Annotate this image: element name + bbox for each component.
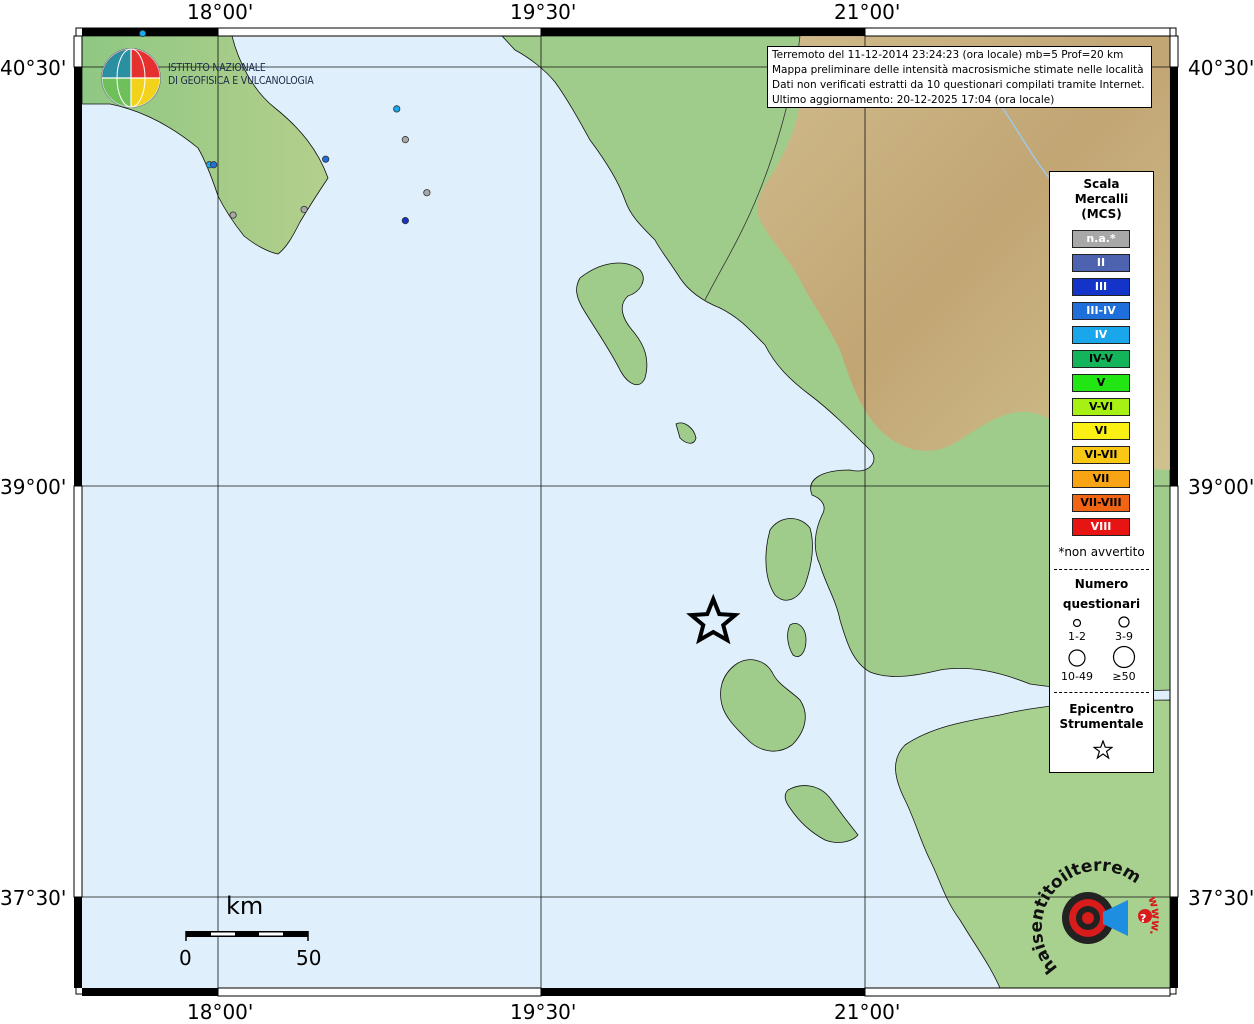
mcs-swatch: VIII	[1072, 518, 1130, 536]
hsit-logo-text: haisentitoilterremoto.it www. ?	[1030, 860, 1160, 978]
lat-label-left-3: 37°30'	[0, 886, 67, 910]
observation-point[interactable]	[423, 189, 431, 197]
mcs-swatch: V	[1072, 374, 1130, 392]
size-label-1: 1-2	[1068, 630, 1086, 643]
legend-star-icon	[1093, 740, 1113, 760]
observation-point[interactable]	[229, 211, 237, 219]
epicenter-title: Epicentro Strumentale	[1050, 702, 1153, 732]
event-title: Terremoto del 11-12-2014 23:24:23 (ora l…	[772, 49, 1124, 61]
mcs-swatch: V-VI	[1072, 398, 1130, 416]
legend-title-1: Scala	[1083, 177, 1120, 191]
data-note: Dati non verificati estratti da 10 quest…	[772, 79, 1145, 91]
ingv-line-2: DI GEOFISICA E VULCANOLOGIA	[168, 75, 314, 87]
lat-label-left-1: 40°30'	[0, 56, 67, 80]
lat-label-right-2: 39°00'	[1188, 475, 1254, 499]
mcs-swatch: III-IV	[1072, 302, 1130, 320]
observation-point[interactable]	[322, 155, 330, 163]
ingv-line-1: ISTITUTO NAZIONALE	[168, 62, 266, 74]
mcs-swatch: n.a.*	[1072, 230, 1130, 248]
legend-title-3: (MCS)	[1081, 207, 1122, 221]
mcs-swatch: II	[1072, 254, 1130, 272]
mcs-swatch: VII	[1072, 470, 1130, 488]
lon-label-top-3: 21°00'	[834, 0, 901, 24]
lon-label-bottom-1: 18°00'	[187, 1000, 254, 1024]
size-label-3: 10-49	[1061, 670, 1093, 683]
not-felt-note: *non avvertito	[1058, 545, 1145, 559]
scale-unit: km	[226, 892, 264, 920]
map-description: Mappa preliminare delle intensità macros…	[772, 64, 1144, 76]
mcs-swatch: VI	[1072, 422, 1130, 440]
size-label-4: ≥50	[1112, 670, 1136, 683]
mcs-swatch: IV-V	[1072, 350, 1130, 368]
observation-point[interactable]	[401, 217, 409, 225]
lon-label-bottom-2: 19°30'	[510, 1000, 577, 1024]
lon-label-top-1: 18°00'	[187, 0, 254, 24]
count-title-1: Numero	[1074, 577, 1129, 591]
svg-text:www.: www.	[1145, 895, 1160, 938]
scale-min: 0	[179, 946, 192, 970]
epicenter-title-1: Epicentro	[1069, 702, 1134, 716]
observation-point[interactable]	[139, 29, 147, 38]
legend-divider-2	[1054, 692, 1149, 693]
event-info-box: Terremoto del 11-12-2014 23:24:23 (ora l…	[767, 46, 1152, 108]
ingv-logo-text: ISTITUTO NAZIONALE DI GEOFISICA E VULCAN…	[168, 62, 314, 88]
observation-point[interactable]	[393, 105, 401, 113]
lon-label-bottom-3: 21°00'	[834, 1000, 901, 1024]
count-title-2: questionari	[1062, 597, 1141, 611]
hsit-text: haisentitoilterremoto.it	[1030, 860, 1144, 978]
count-title: Numero questionari	[1050, 574, 1153, 614]
last-update: Ultimo aggiornamento: 20-12-2025 17:04 (…	[772, 94, 1055, 106]
hsit-www: www.	[1145, 895, 1160, 938]
legend-divider	[1054, 569, 1149, 570]
mcs-swatch: III	[1072, 278, 1130, 296]
epicenter-title-2: Strumentale	[1059, 717, 1144, 731]
observation-point[interactable]	[210, 161, 218, 169]
svg-text:haisentitoilterremoto.it: haisentitoilterremoto.it	[1030, 860, 1144, 978]
legend-title: Scala Mercalli (MCS)	[1050, 177, 1153, 222]
hsit-question: ?	[1140, 912, 1146, 925]
legend-panel: Scala Mercalli (MCS) n.a.* II III III-IV IV I…	[1049, 171, 1154, 773]
observation-point[interactable]	[300, 205, 308, 214]
lat-label-left-2: 39°00'	[0, 475, 67, 499]
lon-label-top-2: 19°30'	[510, 0, 577, 24]
size-label-2: 3-9	[1115, 630, 1133, 643]
lat-label-right-3: 37°30'	[1188, 886, 1254, 910]
scale-max: 50	[296, 946, 322, 970]
legend-title-2: Mercalli	[1074, 192, 1129, 206]
mcs-swatch: VII-VIII	[1072, 494, 1130, 512]
lat-label-right-1: 40°30'	[1188, 56, 1254, 80]
mcs-swatch: IV	[1072, 326, 1130, 344]
mcs-swatch: VI-VII	[1072, 446, 1130, 464]
ingv-logo-icon	[101, 48, 161, 108]
observation-point[interactable]	[401, 136, 409, 144]
